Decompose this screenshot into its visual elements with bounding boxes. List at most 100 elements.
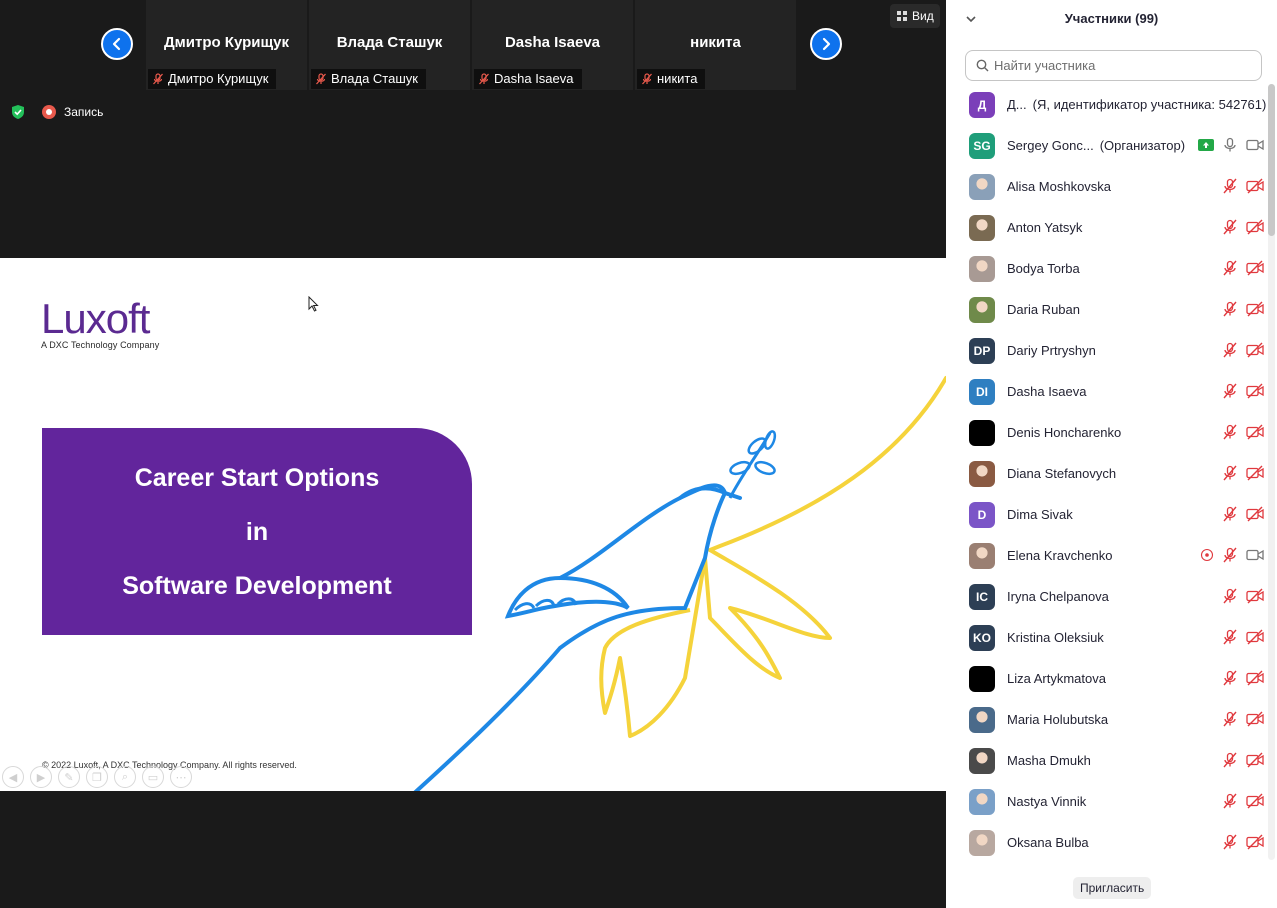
- security-shield-icon[interactable]: [8, 102, 28, 122]
- video-off-icon: [1246, 711, 1264, 727]
- participant-row[interactable]: Daria Ruban: [946, 289, 1268, 330]
- participant-row[interactable]: Alisa Moshkovska: [946, 166, 1268, 207]
- participant-row[interactable]: Nastya Vinnik: [946, 781, 1268, 822]
- chevron-left-icon: [112, 37, 121, 51]
- participant-status-icons: [1222, 588, 1264, 604]
- tile-display-name: Дмитро Курищук: [163, 34, 290, 51]
- participant-row[interactable]: Maria Holubutska: [946, 699, 1268, 740]
- video-tile[interactable]: Дмитро Курищук Дмитро Курищук: [146, 0, 307, 90]
- participant-row[interactable]: D Dima Sivak: [946, 494, 1268, 535]
- gallery-next-button[interactable]: [810, 28, 842, 60]
- mic-muted-icon: [1223, 260, 1237, 276]
- participants-panel: Участники (99) Д Д... (Я, идентификатор уч…: [946, 0, 1277, 908]
- recording-label: Запись: [64, 105, 104, 119]
- participant-status-icons: [1222, 752, 1264, 768]
- avatar-initials: Д: [977, 98, 987, 112]
- participant-row[interactable]: Diana Stefanovych: [946, 453, 1268, 494]
- avatar-initials: IC: [976, 590, 988, 604]
- mic-muted-icon: [1223, 342, 1237, 358]
- mic-muted-icon: [1223, 383, 1237, 399]
- participant-status-icons: [1200, 547, 1264, 563]
- avatar: KO: [969, 625, 995, 651]
- participant-status-icons: [1222, 301, 1264, 317]
- participant-name: Elena Kravchenko: [1007, 548, 1113, 563]
- video-tile[interactable]: Dasha Isaeva Dasha Isaeva: [472, 0, 633, 90]
- mic-muted-icon: [1223, 670, 1237, 686]
- participant-row[interactable]: Elena Kravchenko: [946, 535, 1268, 576]
- avatar: IC: [969, 584, 995, 610]
- mic-muted-icon: [1223, 219, 1237, 235]
- participant-status-icons: [1222, 178, 1264, 194]
- avatar: DI: [969, 379, 995, 405]
- avatar-photo: [969, 830, 995, 856]
- participant-row[interactable]: Oksana Bulba: [946, 822, 1268, 863]
- mic-icon: [1224, 137, 1236, 152]
- gallery-prev-button[interactable]: [101, 28, 133, 60]
- participant-name: Masha Dmukh: [1007, 753, 1091, 768]
- participant-row[interactable]: SG Sergey Gonc... (Организатор): [946, 125, 1268, 166]
- participant-status-icons: [1222, 260, 1264, 276]
- more-icon[interactable]: ⋯: [170, 766, 192, 788]
- search-input[interactable]: [994, 58, 1244, 73]
- participant-row[interactable]: Д Д... (Я, идентификатор участника: 542761…: [946, 84, 1268, 125]
- shared-screen-slide: Luxoft A DXC Technology Company Career S…: [0, 258, 946, 791]
- participant-row[interactable]: Denis Honcharenko: [946, 412, 1268, 453]
- recording-indicator[interactable]: Запись: [42, 103, 103, 121]
- participant-status-icons: [1222, 383, 1264, 399]
- mic-muted-icon: [1223, 752, 1237, 768]
- video-tile[interactable]: Влада Сташук Влада Сташук: [309, 0, 470, 90]
- participant-status-icons: [1198, 137, 1264, 153]
- prev-slide-icon[interactable]: ◀: [2, 766, 24, 788]
- video-off-icon: [1246, 178, 1264, 194]
- zoom-icon[interactable]: ⌕: [114, 766, 136, 788]
- participant-name-text: Anton Yatsyk: [1007, 220, 1083, 235]
- grid-view-icon: [897, 11, 907, 21]
- invite-button[interactable]: Пригласить: [1073, 877, 1152, 899]
- participant-name-text: Daria Ruban: [1007, 302, 1080, 317]
- participant-list: Д Д... (Я, идентификатор участника: 542761…: [946, 84, 1268, 864]
- participant-name-text: Iryna Chelpanova: [1007, 589, 1109, 604]
- mic-muted-icon: [1223, 834, 1237, 850]
- video-off-icon: [1246, 752, 1264, 768]
- participant-name-text: Maria Holubutska: [1007, 712, 1109, 727]
- tile-label-text: Дмитро Курищук: [168, 71, 269, 86]
- participant-row[interactable]: DP Dariy Prtryshyn: [946, 330, 1268, 371]
- scrollbar-thumb[interactable]: [1268, 84, 1275, 236]
- participant-name: Bodya Torba: [1007, 261, 1080, 276]
- avatar: D: [969, 502, 995, 528]
- copy-icon[interactable]: ❐: [86, 766, 108, 788]
- participant-row[interactable]: Masha Dmukh: [946, 740, 1268, 781]
- pen-icon[interactable]: ✎: [58, 766, 80, 788]
- view-button[interactable]: Вид: [890, 4, 940, 28]
- participant-name: Dasha Isaeva: [1007, 384, 1087, 399]
- avatar-photo: [969, 256, 995, 282]
- meeting-area: Дмитро Курищук Дмитро Курищук Влада Сташук…: [0, 0, 946, 908]
- participants-title: Участники (99): [1064, 11, 1159, 26]
- avatar-photo: [969, 297, 995, 323]
- raised-hand-icon: [1200, 548, 1214, 562]
- mouse-cursor-icon: [308, 296, 319, 312]
- avatar: [969, 666, 995, 692]
- participant-name: Maria Holubutska: [1007, 712, 1108, 727]
- participant-row[interactable]: Liza Artykmatova: [946, 658, 1268, 699]
- avatar-photo: [969, 789, 995, 815]
- avatar-initials: KO: [973, 631, 991, 645]
- participant-row[interactable]: KO Kristina Oleksiuk: [946, 617, 1268, 658]
- participant-row[interactable]: Bodya Torba: [946, 248, 1268, 289]
- video-tile[interactable]: никита никита: [635, 0, 796, 90]
- video-off-icon: [1246, 260, 1264, 276]
- avatar-photo: [969, 748, 995, 774]
- participant-list-scrollbar[interactable]: [1268, 84, 1275, 860]
- participant-row[interactable]: IC Iryna Chelpanova: [946, 576, 1268, 617]
- participant-search[interactable]: [965, 50, 1262, 81]
- participant-name-text: Denis Honcharenko: [1007, 425, 1122, 440]
- video-off-icon: [1246, 342, 1264, 358]
- participant-row[interactable]: DI Dasha Isaeva: [946, 371, 1268, 412]
- next-slide-icon[interactable]: ▶: [30, 766, 52, 788]
- subtitles-icon[interactable]: ▭: [142, 766, 164, 788]
- tile-label-text: Влада Сташук: [331, 71, 418, 86]
- participant-row[interactable]: Anton Yatsyk: [946, 207, 1268, 248]
- mic-muted-icon: [153, 73, 163, 85]
- participant-name: Anton Yatsyk: [1007, 220, 1082, 235]
- mic-muted-icon: [1223, 424, 1237, 440]
